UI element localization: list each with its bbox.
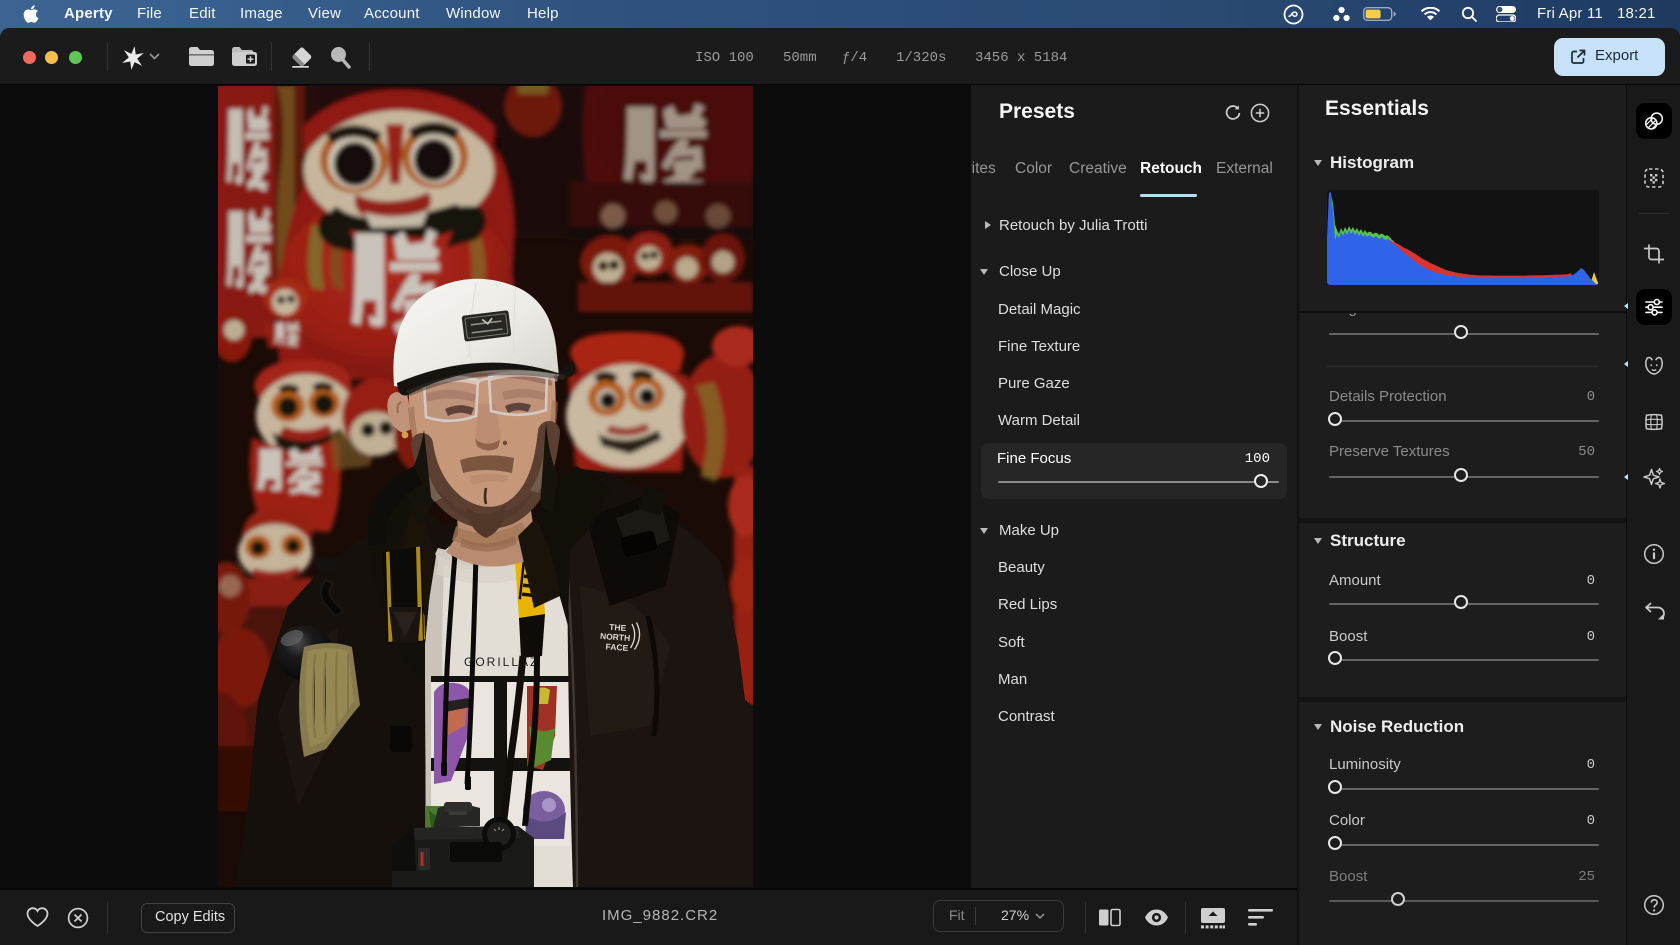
svg-text:FACE: FACE [605, 641, 629, 653]
